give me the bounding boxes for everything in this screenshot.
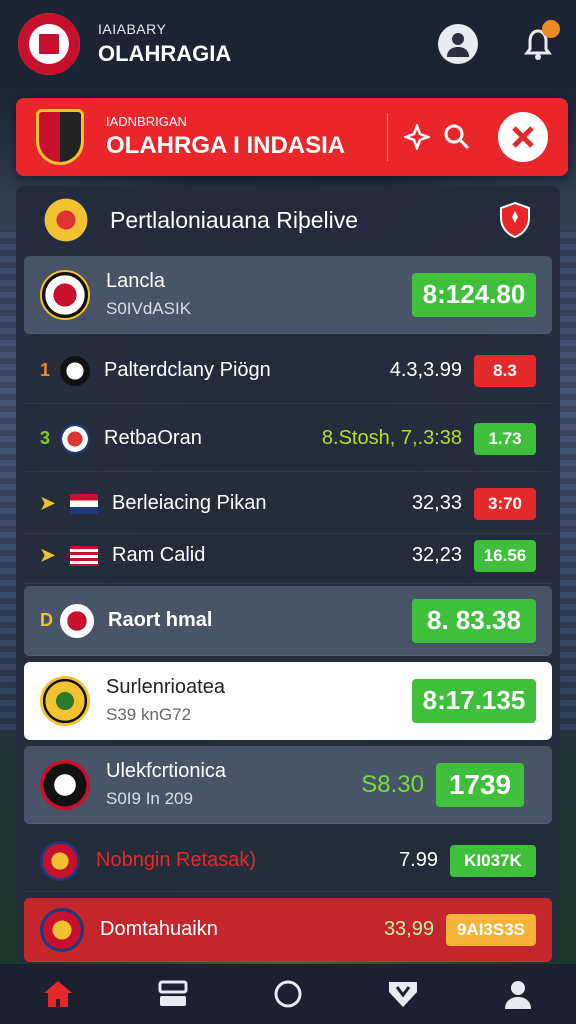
- team-sub: S0I9 In 209: [106, 789, 193, 808]
- bottom-navigation: [0, 964, 576, 1024]
- nav-profile[interactable]: [496, 972, 540, 1016]
- circle-icon: [274, 980, 302, 1008]
- profile-button[interactable]: [438, 24, 478, 64]
- league-badge-icon: [44, 198, 88, 242]
- value-badge: 8.3: [474, 354, 536, 387]
- team-name: Palterdclany Piögn: [104, 359, 271, 381]
- sparkle-icon: [404, 124, 430, 150]
- brand-subtitle: IAIABARY: [98, 21, 167, 37]
- stat-value: 33,99: [383, 918, 434, 940]
- banner-subtitle: IADNBRIGAN: [106, 114, 187, 129]
- team-name: Berleiacing Pikan: [112, 492, 267, 514]
- user-icon: [447, 33, 469, 57]
- team-name: Lancla: [106, 270, 165, 292]
- value-badge: 9AI3S3S: [446, 913, 536, 946]
- notifications-button[interactable]: [518, 20, 560, 64]
- shield-icon[interactable]: [498, 201, 532, 239]
- value-badge: 8:17.135: [412, 678, 536, 723]
- list-item[interactable]: 1 Palterdclany Piögn 4.3,3.99 8.3: [24, 338, 552, 404]
- close-button[interactable]: [498, 112, 548, 162]
- banner-text: IADNBRIGAN OLAHRGA I INDASIA: [106, 114, 387, 160]
- shield-icon: [389, 982, 418, 1007]
- list-item[interactable]: Lancla S0IVdASIK 8:124.80: [24, 256, 552, 334]
- list-item[interactable]: D Raort hmal 8. 83.38: [24, 586, 552, 656]
- team-logo: [40, 759, 90, 810]
- home-icon: [43, 981, 72, 1007]
- value-badge: 8. 83.38: [412, 598, 536, 643]
- stat-value: 32,23: [411, 544, 462, 566]
- league-crest: [36, 109, 84, 165]
- flag-icon: [70, 545, 98, 566]
- stat-value: S8.30: [361, 770, 424, 798]
- team-logo: [40, 840, 80, 881]
- team-name: Ulekfcrtionica: [106, 760, 227, 782]
- team-name: Domtahuaikn: [100, 918, 218, 940]
- value-badge: 1739: [436, 762, 524, 807]
- user-icon: [505, 981, 532, 1009]
- stat-value: 4.3,3.99: [389, 359, 462, 381]
- team-name: Surlenrioatea: [106, 676, 225, 698]
- team-logo: [40, 907, 84, 952]
- rank: 3: [40, 428, 51, 448]
- panel-header: Pertlaloniauana Riþelive: [16, 186, 560, 254]
- team-logo: [60, 603, 94, 638]
- team-logo: [60, 423, 90, 454]
- value-badge: 8:124.80: [412, 272, 536, 317]
- search-icon: [444, 124, 470, 150]
- team-name: Ram Calid: [112, 544, 206, 566]
- nav-list[interactable]: [151, 972, 195, 1016]
- stat-value: 7.99: [399, 849, 438, 871]
- stat-value: 32,33: [411, 492, 462, 514]
- rank: 1: [40, 360, 51, 380]
- list-item[interactable]: Ulekfcrtionica S0I9 In 209 S8.30 1739: [24, 746, 552, 824]
- list-item[interactable]: ➤ Berleiacing Pikan 32,33 3:70: [24, 474, 552, 534]
- list-item[interactable]: 3 RetbaOran 8.Stosh, 7,.3:38 1.73: [24, 406, 552, 472]
- flag-icon: [70, 493, 98, 514]
- team-logo: [60, 355, 90, 386]
- brand: IAIABARY OLAHRAGIA: [98, 21, 398, 67]
- list-item-selected[interactable]: Surlenrioatea S39 knG72 8:17.135: [24, 662, 552, 740]
- panel-title: Pertlaloniauana Riþelive: [110, 206, 359, 233]
- chevron-icon: ➤: [40, 493, 56, 513]
- league-banner: IADNBRIGAN OLAHRGA I INDASIA: [16, 98, 568, 176]
- chevron-icon: ➤: [40, 545, 56, 565]
- banner-divider: [387, 113, 388, 161]
- standings-panel: Pertlaloniauana Riþelive Lancla S0IVdASI…: [16, 186, 560, 962]
- value-badge: KI037K: [450, 844, 536, 877]
- team-sub: S39 knG72: [106, 705, 192, 724]
- team-name: RetbaOran: [104, 427, 202, 449]
- team-name: Raort hmal: [108, 609, 213, 631]
- team-logo: [40, 269, 90, 320]
- list-item[interactable]: ➤ Ram Calid 32,23 16.56: [24, 528, 552, 584]
- app-logo: [18, 13, 80, 75]
- list-icon: [158, 980, 188, 1006]
- close-icon: [512, 126, 534, 148]
- nav-shield[interactable]: [381, 972, 425, 1016]
- team-sub: S0IVdASIK: [106, 299, 192, 318]
- value-badge: 16.56: [474, 539, 536, 572]
- search-button[interactable]: [440, 120, 474, 154]
- brand-title: OLAHRAGIA: [98, 41, 232, 66]
- value-badge: 1.73: [474, 422, 536, 455]
- list-item[interactable]: Nobngin Retasak) 7.99 KI037K: [24, 830, 552, 892]
- top-app-bar: IAIABARY OLAHRAGIA: [0, 0, 576, 88]
- stat-value: 8.Stosh, 7,.3:38: [321, 427, 462, 449]
- team-logo: [40, 675, 90, 726]
- list-item[interactable]: Domtahuaikn 33,99 9AI3S3S: [24, 898, 552, 962]
- banner-title: OLAHRGA I INDASIA: [106, 132, 346, 159]
- team-name: Nobngin Retasak): [96, 849, 257, 871]
- favorite-button[interactable]: [400, 120, 434, 154]
- rank: D: [40, 610, 53, 630]
- nav-circle[interactable]: [266, 972, 310, 1016]
- notification-badge: [542, 20, 560, 38]
- nav-home[interactable]: [36, 972, 80, 1016]
- value-badge: 3:70: [474, 487, 536, 520]
